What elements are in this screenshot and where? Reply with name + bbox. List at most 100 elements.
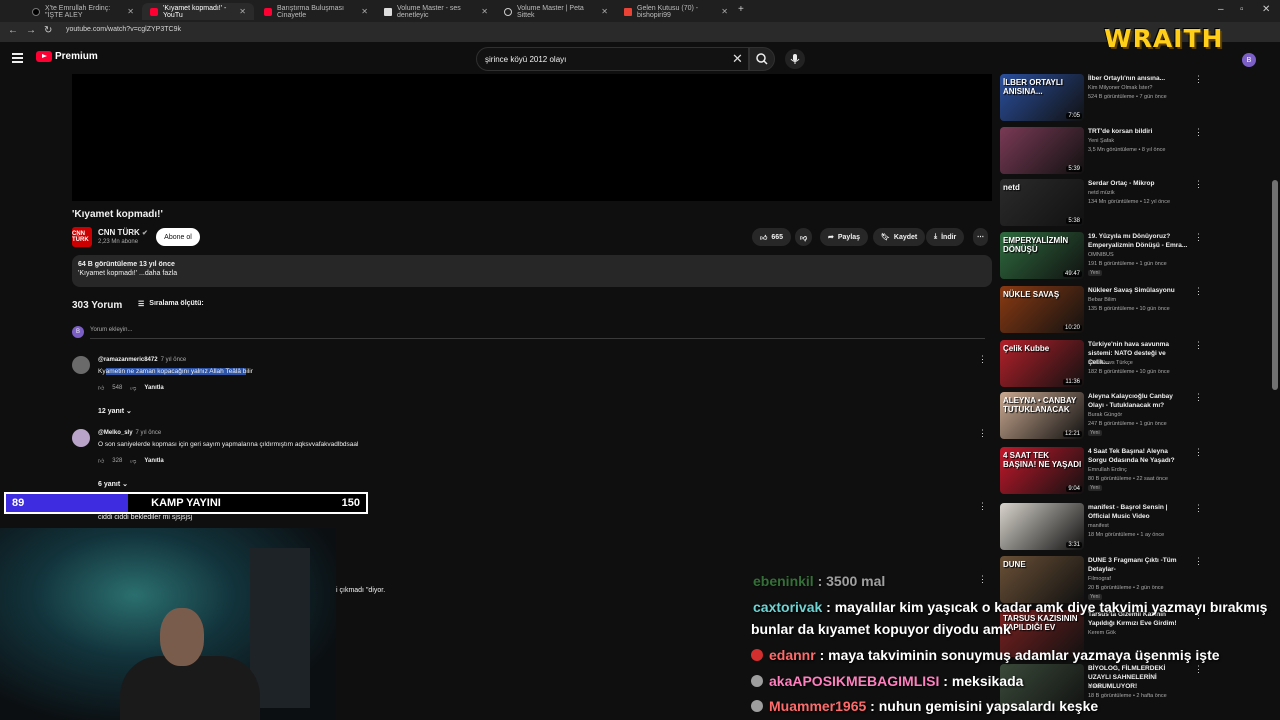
- recommended-video[interactable]: NÜKLE SAVAŞ 10:20 Nükleer Savaş Simülasyon…: [1000, 286, 1272, 336]
- reload-icon[interactable]: ↻: [44, 25, 52, 36]
- youtube-logo[interactable]: Premium: [36, 51, 98, 62]
- video-menu-icon[interactable]: ⋮: [1194, 664, 1203, 675]
- video-menu-icon[interactable]: ⋮: [1194, 340, 1203, 351]
- recommended-channel[interactable]: Bebar Bilim: [1088, 297, 1116, 303]
- comment-menu-icon[interactable]: ⋮: [978, 574, 987, 585]
- channel-avatar[interactable]: CNN TÜRK: [72, 227, 92, 247]
- recommended-title[interactable]: TRT'de korsan bildiri: [1088, 127, 1188, 136]
- replies-toggle[interactable]: 12 yanıt ⌄: [98, 407, 132, 415]
- url-field[interactable]: youtube.com/watch?v=cglZYP3TC9k: [66, 26, 181, 33]
- recommended-video[interactable]: ALEYNA • CANBAY TUTUKLANACAK 12:21 Aleyna …: [1000, 392, 1272, 442]
- recommended-title[interactable]: Aleyna Kalaycıoğlu Canbay Olayı - Tutukl…: [1088, 392, 1188, 410]
- video-thumbnail[interactable]: NÜKLE SAVAŞ 10:20: [1000, 286, 1084, 333]
- window-close-icon[interactable]: ✕: [1262, 4, 1270, 15]
- close-icon[interactable]: ✕: [127, 7, 134, 16]
- video-thumbnail[interactable]: ALEYNA • CANBAY TUTUKLANACAK 12:21: [1000, 392, 1084, 439]
- comment-author[interactable]: @ramazanmeric8472 7 yıl önce: [98, 357, 186, 363]
- dislike-button[interactable]: 👎︎: [795, 228, 813, 246]
- clear-search-icon[interactable]: ✕: [732, 51, 743, 67]
- video-menu-icon[interactable]: ⋮: [1194, 232, 1203, 243]
- recommended-title[interactable]: Serdar Ortaç - Mikrop: [1088, 179, 1188, 188]
- browser-tab[interactable]: Volume Master | Peta Sittek ✕: [496, 3, 616, 20]
- close-icon[interactable]: ✕: [601, 7, 608, 16]
- video-thumbnail[interactable]: 4 SAAT TEK BAŞINA! NE YAŞADI 9:04: [1000, 447, 1084, 494]
- maximize-icon[interactable]: ▫: [1240, 4, 1244, 15]
- recommended-title[interactable]: Nükleer Savaş Simülasyonu: [1088, 286, 1188, 295]
- search-button[interactable]: [749, 47, 775, 71]
- video-menu-icon[interactable]: ⋮: [1194, 503, 1203, 514]
- recommended-title[interactable]: DUNE 3 Fragmanı Çıktı -Tüm Detaylar-: [1088, 556, 1188, 574]
- recommended-channel[interactable]: Literat: [1088, 684, 1103, 690]
- thumbs-down-icon[interactable]: 👎︎: [130, 457, 136, 465]
- recommended-video[interactable]: netd 5:38 Serdar Ortaç - Mikrop netd müzik 1…: [1000, 179, 1272, 229]
- recommended-channel[interactable]: Emrullah Erdinç: [1088, 467, 1127, 473]
- close-icon[interactable]: ✕: [721, 7, 728, 16]
- close-icon[interactable]: ✕: [361, 7, 368, 16]
- video-thumbnail[interactable]: 3:31: [1000, 503, 1084, 550]
- comment-menu-icon[interactable]: ⋮: [978, 428, 987, 439]
- more-actions-button[interactable]: ⋯: [973, 228, 988, 246]
- recommended-title[interactable]: 4 Saat Tek Başına! Aleyna Sorgu Odasında…: [1088, 447, 1188, 465]
- video-thumbnail[interactable]: netd 5:38: [1000, 179, 1084, 226]
- video-menu-icon[interactable]: ⋮: [1194, 392, 1203, 403]
- voice-search-button[interactable]: [785, 49, 805, 69]
- video-menu-icon[interactable]: ⋮: [1194, 447, 1203, 458]
- video-menu-icon[interactable]: ⋮: [1194, 127, 1203, 138]
- commenter-avatar[interactable]: [72, 429, 90, 447]
- add-comment-input[interactable]: Yorum ekleyin...: [90, 327, 985, 339]
- browser-tab[interactable]: Barıştırma Buluşması Cinayetle ✕: [256, 3, 376, 20]
- video-thumbnail[interactable]: EMPERYALİZMİN DÖNÜŞÜ 49:47: [1000, 232, 1084, 279]
- recommended-video[interactable]: İLBER ORTAYLI ANISINA... 7:05 İlber Ortayl…: [1000, 74, 1272, 124]
- channel-name[interactable]: CNN TÜRK ✔: [98, 228, 148, 237]
- account-avatar[interactable]: B: [1242, 53, 1256, 67]
- recommended-channel[interactable]: Burak Güngör: [1088, 412, 1122, 418]
- browser-tab[interactable]: Volume Master - ses denetleyic ✕: [376, 3, 496, 20]
- scrollbar[interactable]: [1272, 180, 1278, 390]
- recommended-channel[interactable]: OMNIBUS: [1088, 252, 1114, 258]
- video-thumbnail[interactable]: 5:39: [1000, 127, 1084, 174]
- share-button[interactable]: ➦ Paylaş: [820, 228, 869, 246]
- video-menu-icon[interactable]: ⋮: [1194, 74, 1203, 85]
- recommended-video[interactable]: EMPERYALİZMİN DÖNÜŞÜ 49:47 19. Yüzyıla mı …: [1000, 232, 1272, 282]
- thumbs-up-icon[interactable]: 👍︎: [98, 457, 104, 465]
- comment-menu-icon[interactable]: ⋮: [978, 501, 987, 512]
- sort-button[interactable]: ☰ Sıralama ölçütü:: [138, 300, 204, 308]
- comment-author[interactable]: @Melko_sly 7 yıl önce: [98, 430, 161, 436]
- recommended-channel[interactable]: Yeni Şafak: [1088, 138, 1114, 144]
- menu-icon[interactable]: [12, 53, 23, 63]
- replies-toggle[interactable]: 6 yanıt ⌄: [98, 480, 128, 488]
- video-menu-icon[interactable]: ⋮: [1194, 179, 1203, 190]
- video-thumbnail[interactable]: Çelik Kubbe 11:36: [1000, 340, 1084, 387]
- thumbs-down-icon[interactable]: 👎︎: [130, 384, 136, 392]
- recommended-title[interactable]: İlber Ortaylı'nın anısına...: [1088, 74, 1188, 83]
- video-thumbnail[interactable]: DUNE: [1000, 556, 1084, 603]
- description-box[interactable]: 64 B görüntüleme 13 yıl önce 'Kıyamet ko…: [72, 255, 992, 287]
- video-player[interactable]: [72, 74, 992, 201]
- reply-button[interactable]: Yanıtla: [144, 458, 163, 464]
- browser-tab[interactable]: X'te Emrullah Erdinç: "İŞTE ALEY ✕: [24, 3, 142, 20]
- reply-button[interactable]: Yanıtla: [144, 385, 163, 391]
- save-button[interactable]: 🔖︎ Kaydet: [873, 228, 926, 246]
- close-icon[interactable]: ✕: [481, 7, 488, 16]
- recommended-channel[interactable]: BBC News Türkçe: [1088, 360, 1133, 366]
- recommended-channel[interactable]: manifest: [1088, 523, 1109, 529]
- forward-icon[interactable]: →: [26, 25, 36, 36]
- video-menu-icon[interactable]: ⋮: [1194, 286, 1203, 297]
- new-tab-icon[interactable]: +: [738, 4, 744, 15]
- subscribe-button[interactable]: Abone ol: [156, 228, 200, 246]
- commenter-avatar[interactable]: [72, 356, 90, 374]
- video-thumbnail[interactable]: İLBER ORTAYLI ANISINA... 7:05: [1000, 74, 1084, 121]
- recommended-channel[interactable]: Kim Milyoner Olmak İster?: [1088, 85, 1153, 91]
- recommended-video[interactable]: 5:39 TRT'de korsan bildiri Yeni Şafak 3,5 M…: [1000, 127, 1272, 177]
- browser-tab[interactable]: Gelen Kutusu (70) - bishopiri99 ✕: [616, 3, 736, 20]
- recommended-video[interactable]: Çelik Kubbe 11:36 Türkiye'nin hava savunma…: [1000, 340, 1272, 390]
- close-icon[interactable]: ✕: [239, 7, 246, 16]
- recommended-channel[interactable]: Filmograf: [1088, 576, 1111, 582]
- recommended-video[interactable]: 4 SAAT TEK BAŞINA! NE YAŞADI 9:04 4 Saat T…: [1000, 447, 1272, 497]
- minimize-icon[interactable]: –: [1218, 4, 1224, 15]
- recommended-channel[interactable]: netd müzik: [1088, 190, 1115, 196]
- search-input[interactable]: [485, 53, 725, 66]
- recommended-channel[interactable]: Kerem Gök: [1088, 630, 1116, 636]
- like-button[interactable]: 👍︎ 665: [752, 228, 792, 246]
- recommended-title[interactable]: 19. Yüzyıla mı Dönüyoruz? Emperyalizmin …: [1088, 232, 1188, 250]
